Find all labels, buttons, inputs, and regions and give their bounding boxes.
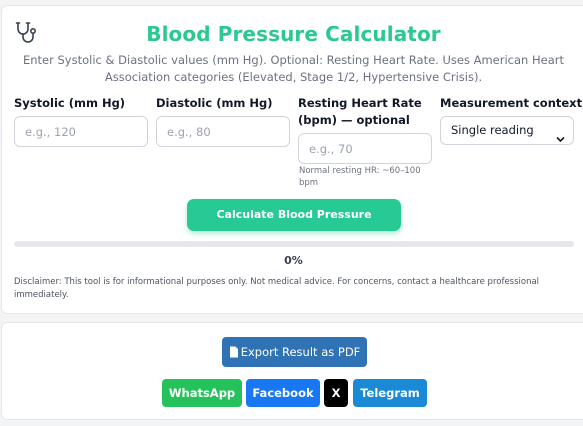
export-pdf-label: Export Result as PDF xyxy=(240,345,361,359)
chevron-down-icon xyxy=(556,127,565,143)
page-title: Blood Pressure Calculator xyxy=(146,22,441,46)
progress-bar xyxy=(14,241,574,247)
page-subtitle: Enter Systolic & Diastolic values (mm Hg… xyxy=(22,53,564,84)
context-select[interactable]: Single reading xyxy=(440,116,574,145)
systolic-label: Systolic (mm Hg) xyxy=(14,96,126,110)
calculate-button[interactable]: Calculate Blood Pressure xyxy=(187,199,401,231)
share-x-button[interactable]: X xyxy=(324,379,348,407)
share-card: Export Result as PDF WhatsApp Facebook X… xyxy=(1,322,583,420)
progress-percent: 0% xyxy=(284,254,303,267)
heart-rate-label: Resting Heart Rate (bpm) — optional xyxy=(298,96,422,127)
share-facebook-button[interactable]: Facebook xyxy=(246,379,320,407)
diastolic-label: Diastolic (mm Hg) xyxy=(156,96,273,110)
disclaimer-text: Disclaimer: This tool is for information… xyxy=(14,277,540,300)
calculator-card: Blood Pressure Calculator Enter Systolic… xyxy=(1,5,583,314)
heart-rate-hint: Normal resting HR: ~60–100 bpm xyxy=(299,166,421,188)
context-selected-value: Single reading xyxy=(451,123,534,137)
export-pdf-button[interactable]: Export Result as PDF xyxy=(222,337,367,367)
diastolic-input[interactable] xyxy=(156,116,290,147)
share-telegram-button[interactable]: Telegram xyxy=(353,379,427,407)
heart-rate-input[interactable] xyxy=(298,133,432,164)
share-whatsapp-button[interactable]: WhatsApp xyxy=(162,379,242,407)
context-label: Measurement context xyxy=(440,96,583,110)
systolic-input[interactable] xyxy=(14,116,148,147)
document-icon xyxy=(229,339,239,369)
